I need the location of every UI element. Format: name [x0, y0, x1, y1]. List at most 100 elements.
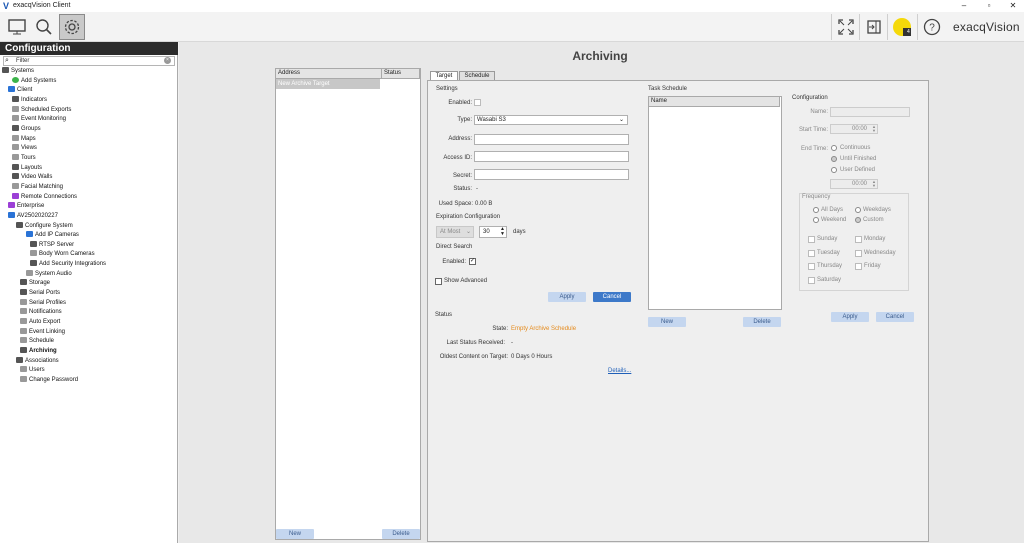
direct-search-checkbox[interactable]: ✓ [469, 258, 476, 265]
tree-item[interactable]: Systems [2, 67, 106, 77]
column-name[interactable]: Name [649, 97, 780, 107]
cancel-button[interactable]: Cancel [593, 292, 631, 302]
sunday-checkbox[interactable] [808, 236, 815, 243]
tree-item[interactable]: Change Password [2, 376, 106, 386]
spinner-arrows-icon[interactable]: ▲ ▼ [500, 227, 505, 237]
thursday-checkbox[interactable] [808, 263, 815, 270]
frequency-title: Frequency [802, 194, 831, 200]
maximize-button[interactable]: ▫ [980, 0, 998, 12]
config-apply-button[interactable]: Apply [831, 312, 869, 322]
brand-logo: exacqVision [953, 20, 1020, 34]
tree-item[interactable]: AV2502020227 [2, 211, 106, 222]
tree-item[interactable]: Enterprise [2, 202, 106, 212]
notifications-button[interactable]: 4 [887, 14, 915, 40]
all-days-radio[interactable] [813, 207, 819, 213]
weekend-radio[interactable] [813, 217, 819, 223]
tree-item[interactable]: Serial Profiles [2, 298, 106, 309]
gear-icon [64, 19, 80, 35]
details-link[interactable]: Details... [608, 368, 631, 374]
tree-item[interactable]: Notifications [2, 308, 106, 318]
tree-item[interactable]: Associations [2, 356, 106, 367]
task-schedule-title: Task Schedule [648, 86, 688, 92]
custom-radio[interactable] [855, 217, 861, 223]
tree-item[interactable]: Event Linking [2, 327, 106, 338]
tree-item[interactable]: Layouts [2, 163, 106, 174]
search-icon [36, 19, 52, 35]
tree-item[interactable]: Facial Matching [2, 182, 106, 193]
state-label: State: [492, 326, 508, 332]
rtsp-icon [30, 240, 37, 247]
until-finished-radio[interactable] [831, 156, 837, 162]
tree-item[interactable]: System Audio [2, 269, 106, 280]
column-address[interactable]: Address [276, 69, 382, 79]
secret-input[interactable] [474, 169, 629, 180]
name-input[interactable] [830, 107, 910, 117]
filter-input[interactable]: Filter [3, 56, 175, 66]
config-button[interactable] [59, 14, 85, 40]
expiration-mode-select[interactable]: At Most ⌄ [436, 226, 474, 238]
fullscreen-button[interactable] [831, 14, 859, 40]
access-id-input[interactable] [474, 151, 629, 162]
oldest-content-label: Oldest Content on Target: [439, 354, 508, 360]
tree-item[interactable]: Tours [2, 153, 106, 164]
tree-item[interactable]: Serial Ports [2, 289, 106, 299]
tree-item[interactable]: Views [2, 144, 106, 154]
start-time-input[interactable]: 00:00 ▲ ▼ [830, 124, 878, 134]
help-icon: ? [923, 18, 940, 36]
delete-target-button[interactable]: Delete [382, 529, 420, 539]
exit-button[interactable] [859, 14, 887, 40]
config-cancel-button[interactable]: Cancel [876, 312, 914, 322]
help-button[interactable]: ? [917, 14, 945, 40]
clear-filter-icon[interactable]: × [164, 57, 171, 64]
tree-item[interactable]: Video Walls [2, 173, 106, 183]
tree-item[interactable]: Maps [2, 134, 106, 145]
minimize-button[interactable]: – [955, 0, 973, 12]
wednesday-checkbox[interactable] [855, 250, 862, 257]
end-time-input[interactable]: 00:00 ▲ ▼ [830, 179, 878, 189]
target-row[interactable]: New Archive Target [276, 79, 380, 89]
tree-item[interactable]: Add Security Integrations [2, 260, 106, 270]
delete-schedule-button[interactable]: Delete [743, 317, 781, 327]
tuesday-checkbox[interactable] [808, 250, 815, 257]
close-button[interactable]: ✕ [1004, 0, 1022, 12]
expiration-days-spinner[interactable]: 30 ▲ ▼ [479, 226, 507, 238]
address-input[interactable] [474, 134, 629, 145]
tree-item[interactable]: Client [2, 86, 106, 96]
spinner-arrows-icon[interactable]: ▲ ▼ [872, 180, 876, 188]
tree-item-archiving[interactable]: Archiving [2, 347, 106, 357]
apply-button[interactable]: Apply [548, 292, 586, 302]
tree-item[interactable]: Storage [2, 279, 106, 289]
tree-item[interactable]: Indicators [2, 95, 106, 106]
tree-item[interactable]: Add IP Cameras [2, 231, 106, 241]
spinner-arrows-icon[interactable]: ▲ ▼ [872, 125, 876, 133]
type-select[interactable]: Wasabi S3 ⌄ [474, 115, 628, 125]
tree-item[interactable]: Remote Connections [2, 192, 106, 203]
weekdays-radio[interactable] [855, 207, 861, 213]
user-defined-radio[interactable] [831, 167, 837, 173]
new-schedule-button[interactable]: New [648, 317, 686, 327]
tree-item[interactable]: Auto Export [2, 318, 106, 328]
tree-item[interactable]: Configure System [2, 221, 106, 232]
tree-item[interactable]: Schedule [2, 337, 106, 347]
friday-checkbox[interactable] [855, 263, 862, 270]
saturday-checkbox[interactable] [808, 277, 815, 284]
column-status[interactable]: Status [382, 69, 420, 79]
show-advanced-checkbox[interactable] [435, 278, 442, 285]
tree-item[interactable]: Groups [2, 124, 106, 135]
enabled-checkbox[interactable] [474, 99, 481, 106]
tree-item[interactable]: Add Systems [2, 76, 106, 87]
last-status-value: - [511, 340, 513, 346]
tree-item[interactable]: Body Worn Cameras [2, 250, 106, 260]
search-button[interactable] [31, 14, 57, 40]
new-target-button[interactable]: New [276, 529, 314, 539]
monitor-icon [8, 19, 26, 35]
continuous-radio[interactable] [831, 145, 837, 151]
live-view-button[interactable] [4, 14, 30, 40]
tree-item[interactable]: Users [2, 366, 106, 376]
tree-item[interactable]: RTSP Server [2, 240, 106, 251]
tree-item[interactable]: Scheduled Exports [2, 105, 106, 116]
tree-item[interactable]: Event Monitoring [2, 115, 106, 125]
video-wall-icon [12, 173, 19, 180]
task-schedule-list [648, 96, 782, 310]
monday-checkbox[interactable] [855, 236, 862, 243]
